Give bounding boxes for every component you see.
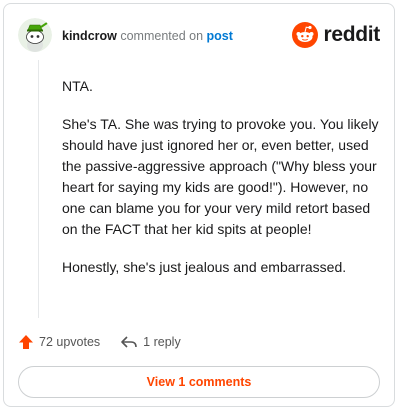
upvote-button[interactable]: 72 upvotes (18, 334, 100, 350)
comment-actions: 72 upvotes 1 reply (18, 332, 181, 352)
view-comments-button[interactable]: View 1 comments (18, 366, 380, 398)
comment-meta: kindcrow commented on post (62, 28, 233, 44)
comment-body: NTA. She's TA. She was trying to provoke… (62, 76, 380, 295)
action-text: commented on (120, 29, 204, 43)
comment-header: kindcrow commented on post reddit (18, 18, 380, 58)
reddit-alien-icon (292, 22, 319, 48)
upvote-arrow-icon (19, 335, 33, 349)
reply-arrow-icon (121, 336, 137, 348)
reply-button[interactable]: 1 reply (120, 334, 181, 350)
post-link[interactable]: post (207, 29, 233, 43)
reddit-wordmark: reddit (323, 23, 380, 46)
comment-card: kindcrow commented on post reddit NTA. S… (3, 3, 395, 407)
snoo-avatar-icon (18, 18, 52, 52)
thread-line (38, 60, 39, 318)
comment-paragraph: NTA. (62, 78, 93, 94)
reddit-logo[interactable]: reddit (292, 20, 380, 50)
upvotes-count: 72 upvotes (39, 335, 101, 349)
username-link[interactable]: kindcrow (62, 29, 117, 43)
reply-count: 1 reply (143, 335, 181, 349)
comment-paragraph: Honestly, she's just jealous and embarra… (62, 259, 347, 275)
avatar[interactable] (18, 18, 52, 52)
comment-paragraph: She's TA. She was trying to provoke you.… (62, 116, 379, 237)
